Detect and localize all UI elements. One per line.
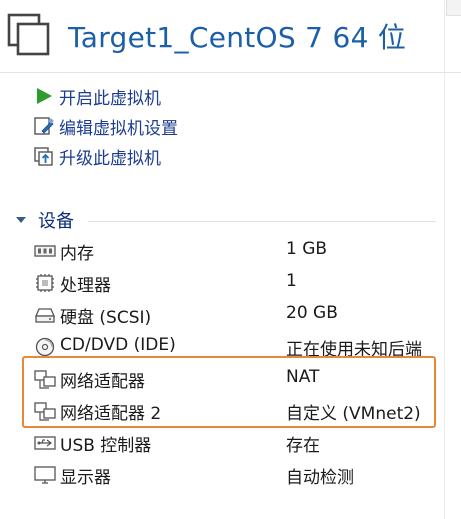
device-row-processor[interactable]: 处理器 1 [33,269,443,297]
device-row-display[interactable]: 显示器 自动检测 [33,461,443,489]
edit-settings-icon [34,117,54,135]
device-name: 处理器 [60,276,111,296]
collapse-triangle-icon [16,217,26,223]
display-icon [34,466,56,484]
upgrade-vm-button[interactable]: 升级此虚拟机 [33,143,161,169]
power-on-vm-button[interactable]: 开启此虚拟机 [33,83,161,109]
device-name: CD/DVD (IDE) [60,335,176,355]
device-row-usb-controller[interactable]: USB 控制器 存在 [33,429,443,457]
device-row-memory[interactable]: 内存 1 GB [33,237,443,265]
device-value: 存在 [286,436,320,456]
power-on-vm-label: 开启此虚拟机 [59,88,161,109]
upgrade-vm-label: 升级此虚拟机 [59,148,161,169]
section-divider [88,221,436,222]
device-value: 20 GB [286,303,338,323]
device-name: 硬盘 (SCSI) [60,308,152,328]
panel-edge [444,0,445,519]
play-icon [37,88,52,104]
device-name: USB 控制器 [60,436,152,456]
panel-corner [446,0,461,16]
devices-section-header[interactable]: 设备 [14,207,74,233]
title-divider [0,72,461,73]
device-row-hard-disk[interactable]: 硬盘 (SCSI) 20 GB [33,301,443,329]
memory-icon [34,245,56,257]
network-adapters-highlight [22,356,436,428]
vm-title: Target1_CentOS 7 64 位 [68,21,407,54]
device-value: 1 [286,271,297,291]
device-name: 显示器 [60,468,111,488]
device-value: 1 GB [286,239,328,259]
edit-vm-settings-button[interactable]: 编辑虚拟机设置 [33,113,178,139]
device-name: 内存 [60,244,94,264]
cd-dvd-icon [35,337,55,357]
usb-icon [34,436,56,450]
vm-title-bar: Target1_CentOS 7 64 位 [0,0,461,72]
devices-section-label: 设备 [38,211,74,232]
processor-icon [36,274,54,292]
edit-vm-settings-label: 编辑虚拟机设置 [59,118,178,139]
virtual-machine-icon [7,13,50,56]
hard-disk-icon [35,308,55,323]
upgrade-icon [34,147,53,166]
device-value: 自动检测 [286,468,354,488]
